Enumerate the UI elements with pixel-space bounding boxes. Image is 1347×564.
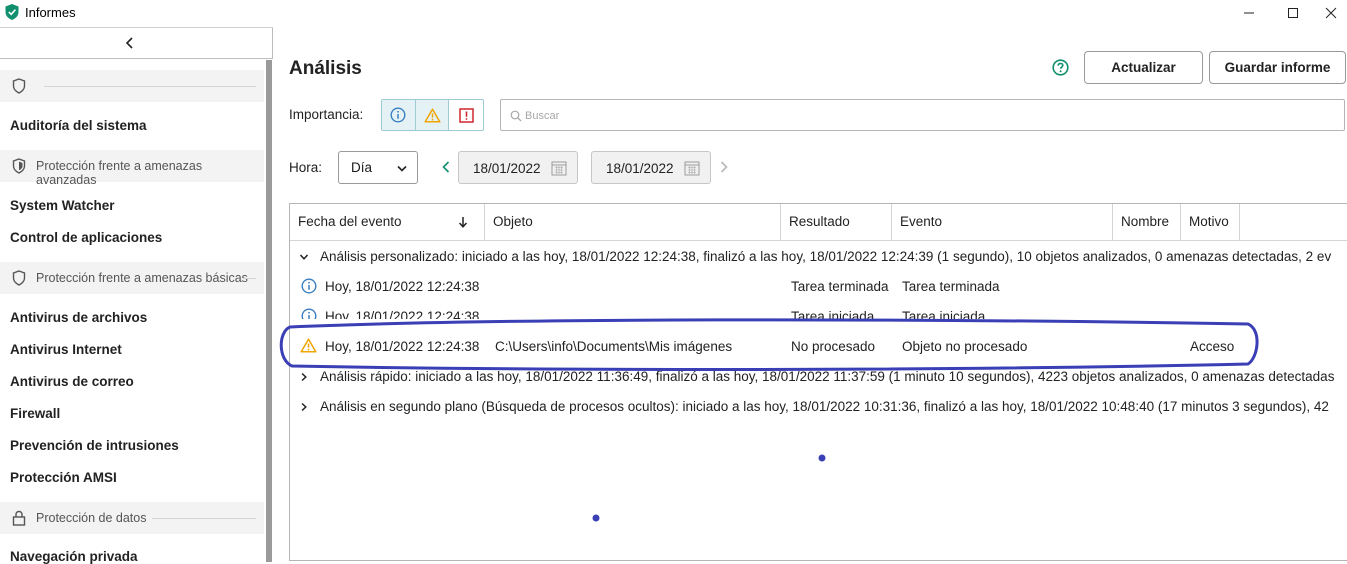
maximize-icon [1288,8,1298,18]
group-summary: Análisis rápido: iniciado a las hoy, 18/… [320,369,1335,384]
sidebar-item-mail-antivirus[interactable]: Antivirus de correo [10,374,134,389]
importance-filter [381,99,484,131]
sidebar-scrollbar[interactable] [266,60,272,562]
sidebar-section-basic: Protección frente a amenazas básicas [0,262,264,294]
minimize-icon [1244,12,1254,14]
date-to-field[interactable]: 18/01/2022 [591,151,711,184]
group-summary: Análisis personalizado: iniciado a las h… [320,249,1332,264]
chevron-right-icon[interactable] [719,161,729,173]
search-icon [510,110,522,122]
column-header-object[interactable]: Objeto [485,204,781,241]
importance-warning-toggle[interactable] [415,100,450,130]
date-to-value: 18/01/2022 [606,161,674,176]
warning-icon [300,338,317,353]
period-select-value: Día [351,160,373,175]
sidebar-section-header [0,70,264,102]
sidebar-collapse-button[interactable] [0,28,273,59]
chevron-left-icon[interactable] [441,161,451,173]
date-from-field[interactable]: 18/01/2022 [458,151,578,184]
title-bar: Informes [0,0,1347,26]
column-header-empty [1240,204,1347,241]
sidebar-item-app-control[interactable]: Control de aplicaciones [10,230,162,245]
importance-critical-toggle[interactable] [449,100,483,130]
lock-icon [12,510,26,526]
table-row[interactable]: Hoy, 18/01/2022 12:24:38 Tarea iniciada … [290,301,1347,319]
warning-icon [423,107,441,123]
close-button[interactable] [1314,0,1347,26]
cell-date: Hoy, 18/01/2022 12:24:38 [325,339,480,354]
sort-down-arrow-icon [458,217,468,228]
sidebar-item-intrusion-prevention[interactable]: Prevención de intrusiones [10,438,179,453]
calendar-icon[interactable] [551,160,567,176]
shield-icon [12,270,26,286]
shield-icon [12,158,26,174]
info-icon [301,278,317,294]
minimize-button[interactable] [1226,0,1272,26]
page-title: Análisis [289,58,362,79]
critical-icon [458,107,474,123]
group-summary: Análisis en segundo plano (Búsqueda de p… [320,399,1329,414]
sidebar-item-private-browsing[interactable]: Navegación privada [10,549,138,564]
cell-event: Objeto no procesado [902,339,1028,354]
window-title: Informes [25,5,76,20]
search-input[interactable] [525,106,1325,126]
sidebar-item-file-antivirus[interactable]: Antivirus de archivos [10,310,147,325]
shield-icon [12,78,26,94]
chevron-down-icon [397,165,407,172]
sidebar: Auditoría del sistema Protección frente … [0,27,273,564]
save-report-button[interactable]: Guardar informe [1209,51,1346,84]
cell-date: Hoy, 18/01/2022 12:24:38 [325,279,480,294]
time-label: Hora: [289,160,323,175]
sidebar-section-label: Protección frente a amenazas avanzadas [36,159,203,187]
search-box [500,99,1345,131]
cell-event: Tarea terminada [902,279,1000,294]
cell-reason: Acceso [1190,339,1235,354]
cell-event: Tarea iniciada [902,309,986,319]
sidebar-section-label: Protección de datos [36,511,147,525]
sidebar-item-firewall[interactable]: Firewall [10,406,60,421]
column-header-result[interactable]: Resultado [781,204,892,241]
importance-label: Importancia: [289,107,364,122]
info-icon [301,308,317,319]
cell-object: C:\Users\info\Documents\Mis imágenes [495,339,733,354]
calendar-icon[interactable] [684,160,700,176]
sidebar-item-web-antivirus[interactable]: Antivirus Internet [10,342,122,357]
info-icon [390,107,406,123]
sidebar-item-system-watcher[interactable]: System Watcher [10,198,115,213]
chevron-right-icon[interactable] [299,372,309,382]
sidebar-section-data-protection: Protección de datos [0,502,264,534]
shield-check-icon [5,4,19,20]
question-circle-icon[interactable] [1052,59,1069,76]
importance-info-toggle[interactable] [382,100,416,130]
chevron-right-icon[interactable] [299,402,309,412]
sidebar-section-advanced: Protección frente a amenazas avanzadas [0,150,264,187]
cell-result: No procesado [791,339,876,354]
column-header-name[interactable]: Nombre [1113,204,1181,241]
sidebar-item-system-audit[interactable]: Auditoría del sistema [10,118,147,133]
chevron-down-icon[interactable] [299,252,309,262]
column-header-date[interactable]: Fecha del evento [290,204,485,241]
cell-result: Tarea iniciada [791,309,875,319]
maximize-button[interactable] [1270,0,1316,26]
cell-date: Hoy, 18/01/2022 12:24:38 [325,309,480,319]
column-header-label: Fecha del evento [298,214,402,229]
column-header-reason[interactable]: Motivo [1181,204,1240,241]
refresh-button[interactable]: Actualizar [1084,51,1203,84]
sidebar-section-label: Protección frente a amenazas básicas [36,271,248,285]
sidebar-item-amsi-protection[interactable]: Protección AMSI [10,470,117,485]
column-header-event[interactable]: Evento [892,204,1113,241]
events-table: Fecha del evento Objeto Resultado Evento… [289,203,1347,561]
date-from-value: 18/01/2022 [473,161,541,176]
chevron-left-icon [125,37,133,49]
period-select[interactable]: Día [338,151,418,184]
cell-result: Tarea terminada [791,279,889,294]
close-icon [1325,7,1336,19]
